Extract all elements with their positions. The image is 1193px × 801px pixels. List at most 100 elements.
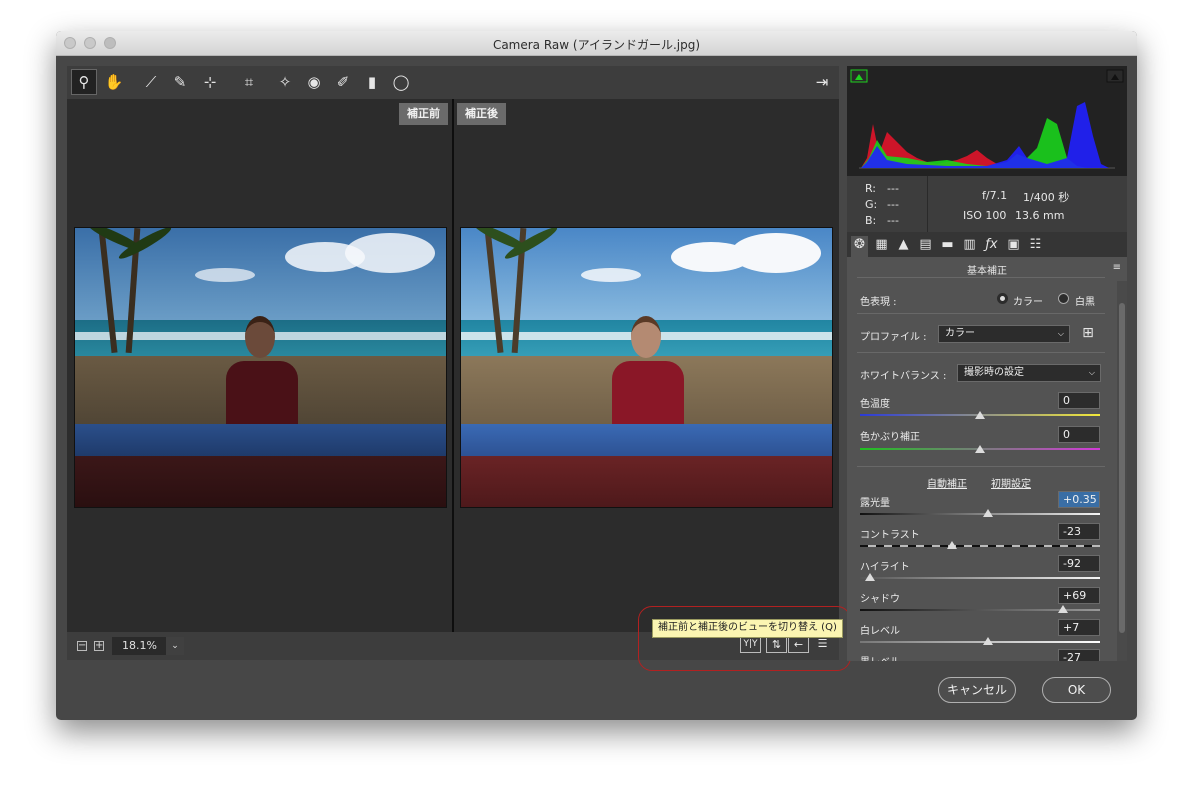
adjustment-brush-tool[interactable]: ✐: [330, 69, 356, 95]
hand-icon: ✋: [104, 73, 124, 91]
r-label: R:: [865, 182, 877, 195]
tint-value[interactable]: 0: [1058, 426, 1100, 443]
temp-slider[interactable]: [975, 411, 985, 419]
toggle-fullscreen-button[interactable]: ⇥: [809, 69, 835, 95]
tab-effects[interactable]: ƒx: [983, 236, 1000, 253]
contrast-label: コントラスト: [860, 530, 920, 541]
focal-length-value: 13.6 mm: [1015, 209, 1065, 222]
radial-filter-icon: ◯: [392, 73, 410, 91]
graduated-filter-tool[interactable]: ▮: [359, 69, 385, 95]
preview-area[interactable]: 補正前 補正後: [67, 99, 839, 632]
contrast-slider[interactable]: [947, 541, 958, 549]
r-value: ---: [887, 182, 899, 195]
tab-hsl[interactable]: ▤: [917, 236, 934, 253]
exposure-value[interactable]: +0.35: [1058, 491, 1100, 508]
aperture-value: f/7.1: [982, 189, 1008, 202]
default-link[interactable]: 初期設定: [991, 475, 1031, 490]
red-eye-icon: ◉: [307, 73, 321, 91]
preview-divider: [452, 99, 454, 632]
tab-lens-corrections[interactable]: ▥: [961, 236, 978, 253]
zoom-level-select[interactable]: 18.1% ⌄: [112, 637, 184, 655]
whites-value[interactable]: +7: [1058, 619, 1100, 636]
profile-select[interactable]: カラー ⌵: [938, 325, 1070, 343]
g-value: ---: [887, 198, 899, 211]
white-balance-value: 撮影時の設定: [964, 367, 1024, 378]
adjustment-brush-icon: ✐: [336, 73, 350, 91]
highlight-ring: [638, 606, 851, 671]
iso-value: ISO 100: [963, 209, 1007, 222]
shutter-value: 1/400 秒: [1023, 191, 1070, 204]
chevron-down-icon: ⌵: [1088, 368, 1095, 377]
tab-tone-curve[interactable]: ▦: [873, 236, 890, 253]
zoom-out-button[interactable]: −: [77, 641, 87, 651]
red-eye-tool[interactable]: ◉: [301, 69, 327, 95]
hsl-icon: ▤: [919, 237, 932, 252]
profile-browser-icon[interactable]: ⊞: [1078, 323, 1098, 343]
cancel-button[interactable]: キャンセル: [938, 677, 1016, 703]
color-radio[interactable]: [997, 293, 1008, 304]
panel-scrollbar[interactable]: [1117, 281, 1127, 661]
exposure-label: 露光量: [860, 498, 890, 509]
color-option-label: カラー: [1013, 297, 1043, 308]
tint-label: 色かぶり補正: [860, 432, 920, 443]
contrast-value[interactable]: -23: [1058, 523, 1100, 540]
exposure-slider[interactable]: [983, 509, 994, 517]
export-icon: ⇥: [815, 73, 829, 91]
fx-icon: ƒx: [985, 237, 998, 252]
target-adjustment-tool[interactable]: ⊹: [197, 69, 223, 95]
bw-radio[interactable]: [1058, 293, 1069, 304]
whites-label: 白レベル: [860, 626, 900, 637]
zoom-in-button[interactable]: +: [94, 641, 104, 651]
radial-filter-tool[interactable]: ◯: [388, 69, 414, 95]
highlights-slider[interactable]: [864, 573, 875, 581]
white-balance-tool[interactable]: ⟋: [138, 69, 164, 95]
tab-basic[interactable]: ❂: [851, 236, 868, 257]
shadows-value[interactable]: +69: [1058, 587, 1100, 604]
white-balance-label: ホワイトバランス :: [860, 371, 947, 382]
tab-split-toning[interactable]: ▬: [939, 236, 956, 253]
zoom-tool[interactable]: ⚲: [71, 69, 97, 95]
whites-track[interactable]: [860, 641, 1100, 643]
auto-link[interactable]: 自動補正: [927, 475, 967, 490]
highlights-value[interactable]: -92: [1058, 555, 1100, 572]
zoom-icon: ⚲: [78, 73, 90, 91]
basic-panel: 基本補正 ≡ 色表現 : カラー 白黒 プロファイル : カラー ⌵ ⊞ ホワイト…: [847, 257, 1127, 661]
tone-curve-icon: ▦: [875, 237, 888, 252]
white-balance-select[interactable]: 撮影時の設定 ⌵: [957, 364, 1101, 382]
hand-tool[interactable]: ✋: [101, 69, 127, 95]
exposure-track[interactable]: [860, 513, 1100, 515]
highlights-label: ハイライト: [860, 562, 910, 573]
after-label: 補正後: [457, 103, 506, 125]
scrollbar-thumb[interactable]: [1119, 303, 1125, 633]
highlights-track[interactable]: [860, 577, 1100, 579]
color-sampler-tool[interactable]: ✎: [167, 69, 193, 95]
profile-label: プロファイル :: [860, 332, 927, 343]
presets-icon: ☷: [1029, 237, 1042, 252]
panel-menu-icon[interactable]: ≡: [1113, 262, 1121, 273]
tab-camera-calibration[interactable]: ▣: [1005, 236, 1022, 253]
window-title: Camera Raw (アイランドガール.jpg): [492, 38, 701, 52]
aperture-icon: ❂: [854, 237, 865, 252]
camera-raw-window: Camera Raw (アイランドガール.jpg) ⚲ ✋ ⟋ ✎ ⊹ ⌗ ✧ …: [56, 31, 1137, 720]
image-info: R: --- G: --- B: --- f/7.1 1/400 秒 ISO 1…: [847, 176, 1127, 232]
crop-icon: ⌗: [244, 73, 254, 91]
tab-presets[interactable]: ☷: [1027, 236, 1044, 253]
tab-detail[interactable]: ▲: [895, 236, 912, 253]
histogram: [847, 66, 1127, 176]
toolbar: ⚲ ✋ ⟋ ✎ ⊹ ⌗ ✧ ◉ ✐ ▮ ◯ ⇥: [67, 66, 839, 99]
contrast-track[interactable]: [860, 545, 1100, 547]
blacks-value[interactable]: -27: [1058, 649, 1100, 661]
whites-slider[interactable]: [983, 637, 994, 645]
crop-tool[interactable]: ⌗: [236, 69, 262, 95]
blacks-label: 黒レベル: [860, 653, 900, 661]
film-icon: ▣: [1007, 237, 1020, 252]
shadows-slider[interactable]: [1057, 605, 1068, 613]
tint-slider[interactable]: [975, 445, 985, 453]
title-bar: Camera Raw (アイランドガール.jpg): [56, 31, 1137, 56]
spot-removal-tool[interactable]: ✧: [272, 69, 298, 95]
mountain-icon: ▲: [898, 237, 909, 252]
temp-value[interactable]: 0: [1058, 392, 1100, 409]
zoom-level-value: 18.1%: [122, 639, 157, 652]
treatment-label: 色表現 :: [860, 297, 897, 308]
ok-button[interactable]: OK: [1042, 677, 1111, 703]
